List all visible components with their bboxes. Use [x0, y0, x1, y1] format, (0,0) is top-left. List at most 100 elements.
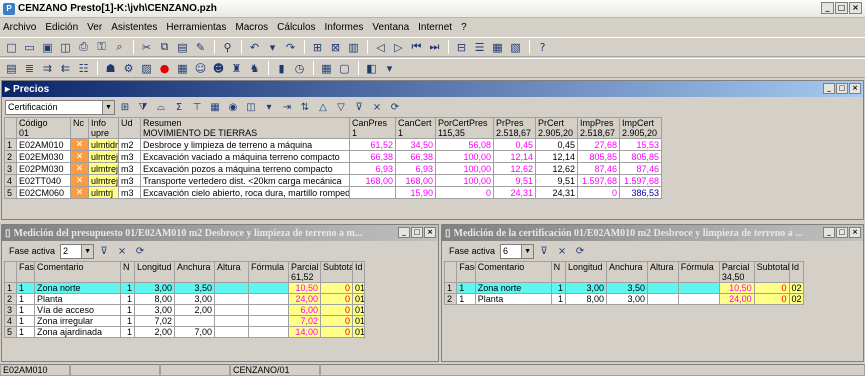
col-prpres[interactable]: PrPres 2.518,67 [493, 117, 536, 139]
record-icon[interactable]: ● [156, 60, 173, 76]
new-icon[interactable]: □ [3, 39, 20, 55]
table-row[interactable]: 2 E02EM030 ✕ ulmtrej m3 Excavación vacia… [4, 150, 662, 163]
col-formula[interactable]: Fórmula [677, 261, 720, 283]
col-comentario[interactable]: Comentario [474, 261, 552, 283]
grid-icon[interactable]: ▦ [207, 100, 223, 115]
col-altura[interactable]: Altura [647, 261, 679, 283]
col-porcert[interactable]: PorCertPres 115,35 [435, 117, 494, 139]
binoculars-icon[interactable]: ⚲ [219, 39, 236, 55]
resources-icon[interactable]: ⚙ [120, 60, 137, 76]
col-n[interactable]: N [120, 261, 135, 283]
view-dropdown-icon[interactable]: ▾ [381, 60, 398, 76]
col-longitud[interactable]: Longitud [134, 261, 175, 283]
layout-icon[interactable]: ▤ [3, 60, 20, 76]
clear-filter-icon[interactable]: ⨯ [554, 244, 570, 259]
medicion-pres-minimize-button[interactable]: _ [398, 227, 410, 238]
align-right-icon[interactable]: ⇥ [279, 100, 295, 115]
sort-asc-icon[interactable]: △ [315, 100, 331, 115]
col-subtotal[interactable]: Subtotal [320, 261, 353, 283]
align-icon[interactable]: ☷ [75, 60, 92, 76]
col-fase[interactable]: Fase [16, 261, 35, 283]
columns-dropdown-icon[interactable]: ▾ [261, 100, 277, 115]
sum-icon[interactable]: Σ [171, 100, 187, 115]
table-row[interactable]: 5 E02CM060 ✕ ulmtrj m3 Excavación cielo … [4, 186, 662, 199]
minimize-button[interactable]: _ [821, 2, 834, 14]
print-icon[interactable]: ⎙ [75, 39, 92, 55]
precios-minimize-button[interactable]: _ [823, 83, 835, 94]
precios-maximize-button[interactable]: □ [836, 83, 848, 94]
indent-icon[interactable]: ⇉ [39, 60, 56, 76]
save-icon[interactable]: ▣ [39, 39, 56, 55]
menu-informes[interactable]: Informes [325, 22, 364, 33]
medicion-cert-minimize-button[interactable]: _ [823, 227, 835, 238]
spectacles-icon[interactable]: ⌓ [153, 100, 169, 115]
contacts-icon[interactable]: ♜ [228, 60, 245, 76]
table-row[interactable]: 2 1 Planta 1 8,00 3,00 24,00 0 01 [4, 293, 365, 305]
filter-icon[interactable]: ⧩ [135, 100, 151, 115]
table-row[interactable]: 5 1 Zona ajardinada 1 2,00 7,00 14,00 0 … [4, 326, 365, 338]
funnel-icon[interactable]: ⊽ [351, 100, 367, 115]
col-prcert[interactable]: PrCert 2.905,20 [535, 117, 578, 139]
medicion-cert-maximize-button[interactable]: □ [836, 227, 848, 238]
table-row[interactable]: 1 1 Zona norte 1 3,00 3,50 10,50 0 02 [443, 282, 805, 294]
fase-activa-select[interactable]: 2 ▼ [60, 243, 95, 259]
col-formula[interactable]: Fórmula [248, 261, 289, 283]
col-fase[interactable]: Fase [456, 261, 476, 283]
dropdown-icon[interactable]: ▾ [264, 39, 281, 55]
clear-filter-icon[interactable]: ⨯ [114, 244, 130, 259]
col-nc[interactable]: Nc [70, 117, 89, 139]
measure-icon[interactable]: ♞ [246, 60, 263, 76]
menu-macros[interactable]: Macros [235, 22, 268, 33]
col-parcial[interactable]: Parcial 61,52 [288, 261, 321, 283]
circle-icon[interactable]: ◉ [225, 100, 241, 115]
medicion-cert-close-button[interactable]: × [849, 227, 861, 238]
close-button[interactable]: × [849, 2, 862, 14]
columns-icon[interactable]: ◫ [243, 100, 259, 115]
funnel-icon[interactable]: ⊽ [96, 244, 112, 259]
col-cancert[interactable]: CanCert 1 [395, 117, 436, 139]
prev-icon[interactable]: ◁ [372, 39, 389, 55]
next-icon[interactable]: ▷ [390, 39, 407, 55]
col-longitud[interactable]: Longitud [564, 261, 608, 283]
help-icon[interactable]: ? [534, 39, 551, 55]
window-split-icon[interactable]: ⊟ [453, 39, 470, 55]
col-impcert[interactable]: ImpCert 2.905,20 [619, 117, 662, 139]
col-id[interactable]: Id [352, 261, 365, 283]
menu-help[interactable]: ? [461, 22, 467, 33]
menu-calculos[interactable]: Cálculos [277, 22, 315, 33]
table-icon[interactable]: ▦ [318, 60, 335, 76]
outdent-icon[interactable]: ⇇ [57, 60, 74, 76]
paste-icon[interactable]: ▤ [174, 39, 191, 55]
tree-icon[interactable]: ⊞ [309, 39, 326, 55]
find-icon[interactable]: ⌕ [111, 39, 128, 55]
col-altura[interactable]: Altura [214, 261, 249, 283]
col-parcial[interactable]: Parcial 34,50 [718, 261, 755, 283]
refresh-icon[interactable]: ⟳ [387, 100, 403, 115]
clear-filter-icon[interactable]: ⨯ [369, 100, 385, 115]
col-ud[interactable]: Ud [118, 117, 141, 139]
col-subtotal[interactable]: Subtotal [753, 261, 790, 283]
people-icon[interactable]: ☺ [192, 60, 209, 76]
list-icon[interactable]: ≣ [21, 60, 38, 76]
refresh-icon[interactable]: ⟳ [132, 244, 148, 259]
menu-archivo[interactable]: Archivo [3, 22, 36, 33]
medicion-pres-close-button[interactable]: × [424, 227, 436, 238]
report-icon[interactable]: ▦ [489, 39, 506, 55]
undo-icon[interactable]: ↶ [246, 39, 263, 55]
table-row[interactable]: 1 1 Zona norte 1 3,00 3,50 10,50 0 01 [4, 282, 365, 294]
funnel-icon[interactable]: ⊽ [536, 244, 552, 259]
last-icon[interactable]: ⏭ [426, 39, 443, 55]
open-icon[interactable]: ▭ [21, 39, 38, 55]
col-resumen[interactable]: Resumen MOVIMIENTO DE TIERRAS [140, 117, 350, 139]
col-comentario[interactable]: Comentario [34, 261, 121, 283]
refresh-icon[interactable]: ⟳ [572, 244, 588, 259]
col-id[interactable]: Id [788, 261, 805, 283]
maximize-button[interactable]: □ [835, 2, 848, 14]
view-icon[interactable]: ◧ [363, 60, 380, 76]
col-info[interactable]: Info upre [88, 117, 119, 139]
group-icon[interactable]: ☻ [210, 60, 227, 76]
table-row[interactable]: 2 1 Planta 1 8,00 3,00 24,00 0 02 [443, 293, 805, 305]
table-row[interactable]: 1 E02AM010 ✕ ulmtidrej m2 Desbroce y lim… [4, 138, 662, 151]
print-preview-icon[interactable]: ◫ [57, 39, 74, 55]
frame-icon[interactable]: ▢ [336, 60, 353, 76]
